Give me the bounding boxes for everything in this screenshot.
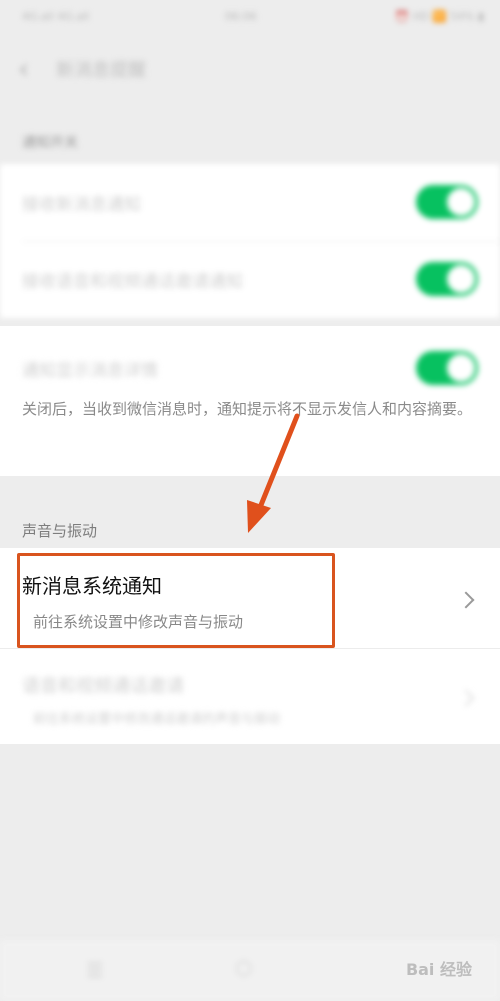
home-icon[interactable]: ⬡ (235, 956, 252, 980)
menu-icon[interactable]: ☰ (86, 958, 104, 982)
watermark: Bai 经验 (405, 960, 472, 979)
annotation-arrow (247, 413, 300, 533)
